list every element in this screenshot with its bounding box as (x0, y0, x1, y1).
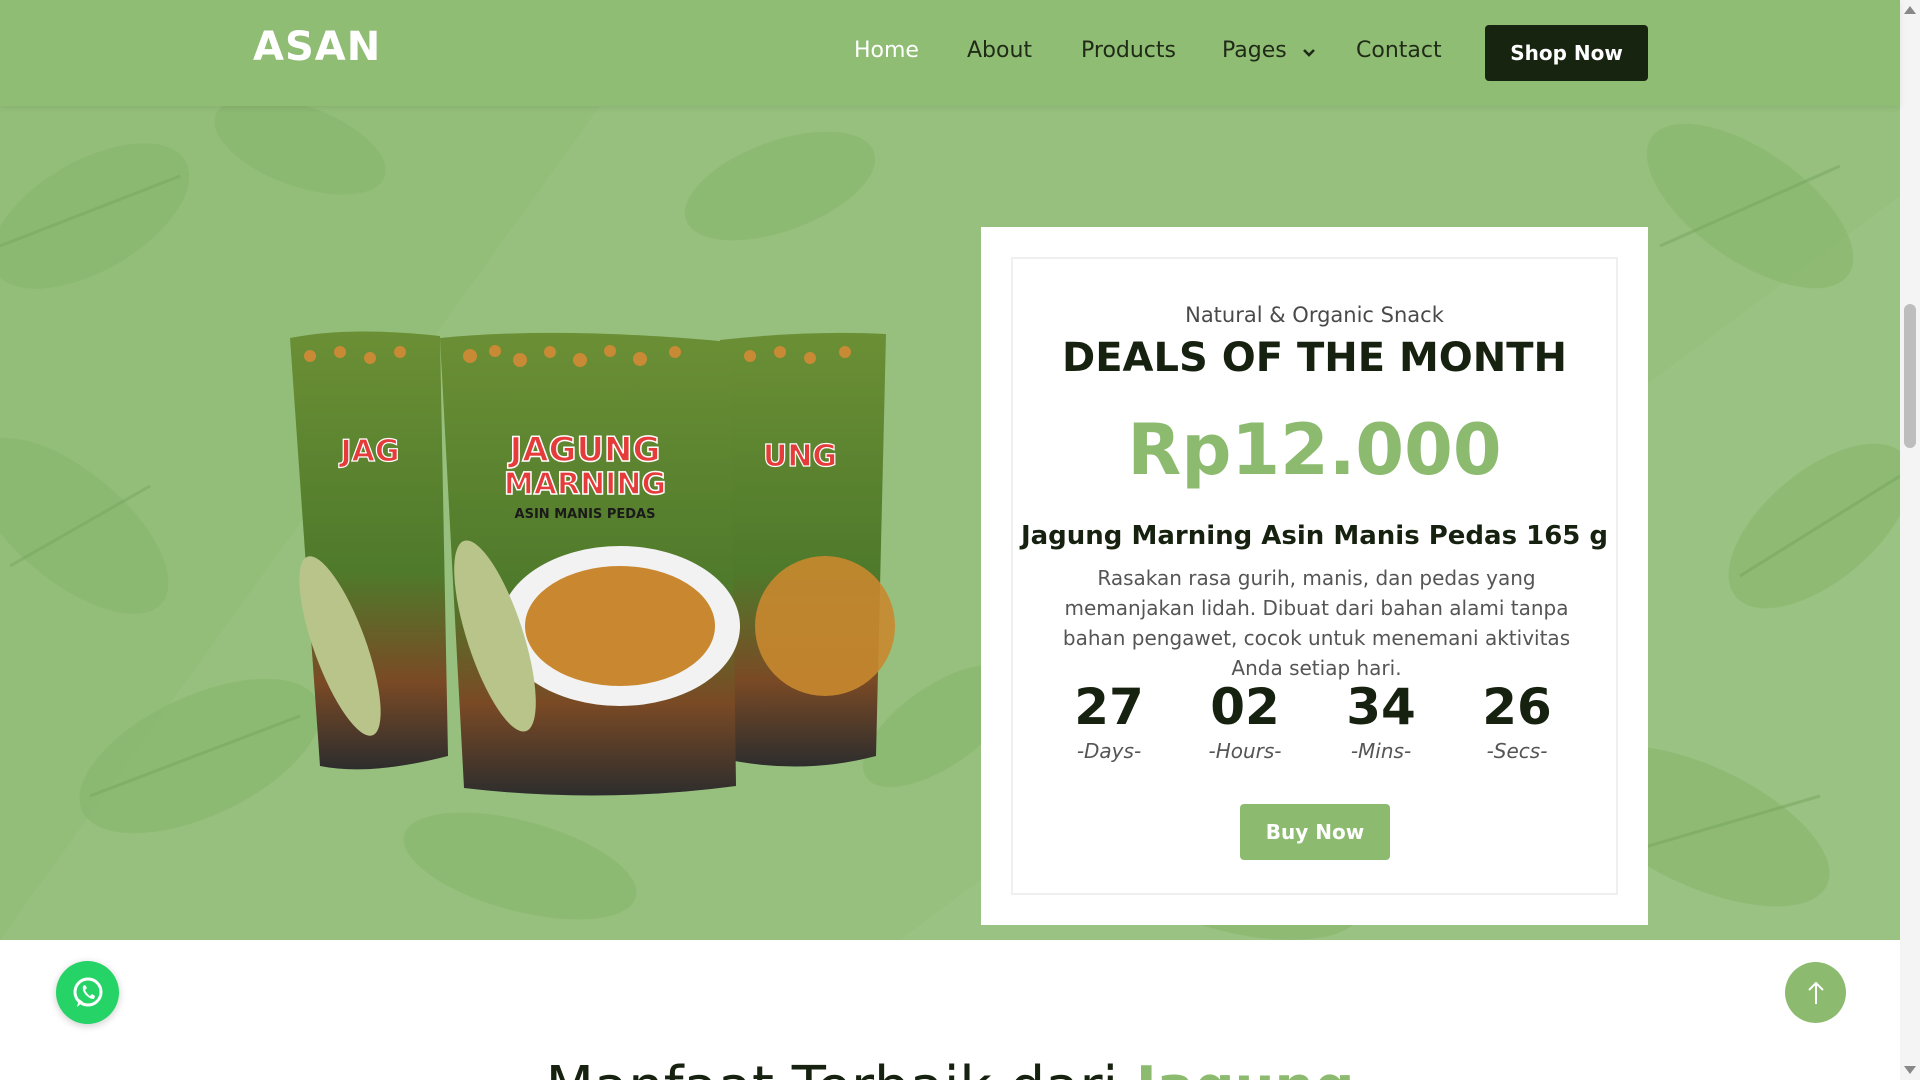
svg-text:ASIN MANIS PEDAS: ASIN MANIS PEDAS (515, 507, 656, 522)
countdown-secs-value: 26 (1482, 678, 1552, 736)
nav-item-pages[interactable]: Pages (1222, 38, 1316, 64)
svg-text:UNG: UNG (763, 439, 837, 474)
scrollbar-thumb[interactable] (1904, 304, 1916, 448)
nav-item-products[interactable]: Products (1081, 38, 1176, 63)
whatsapp-icon (73, 977, 102, 1007)
page-scrollbar[interactable] (1900, 0, 1920, 1080)
deal-subtitle: Natural & Organic Snack (1185, 303, 1444, 327)
deal-price: Rp12.000 (1127, 409, 1502, 491)
countdown-secs: 26 -Secs- (1457, 679, 1577, 763)
navbar: ASAN Home About Products Pages Contact S… (0, 0, 1900, 106)
nav-item-contact[interactable]: Contact (1356, 38, 1442, 63)
deal-card: Natural & Organic Snack DEALS OF THE MON… (981, 227, 1648, 925)
benefits-heading: Manfaat Terbaik dari Jagung (0, 1055, 1900, 1080)
chevron-down-icon (1302, 39, 1316, 64)
product-description: Rasakan rasa gurih, manis, dan pedas yan… (1062, 566, 1571, 680)
countdown-secs-label: -Secs- (1486, 739, 1548, 763)
countdown-hours: 02 -Hours- (1185, 679, 1305, 763)
benefits-heading-highlight: Jagung (1136, 1055, 1355, 1080)
arrow-up-icon (1807, 981, 1824, 1004)
svg-text:JAG: JAG (338, 434, 399, 469)
svg-text:JAGUNG: JAGUNG (508, 430, 661, 470)
countdown-days-value: 27 (1074, 678, 1144, 736)
countdown-hours-value: 02 (1210, 678, 1280, 736)
svg-text:MARNING: MARNING (504, 467, 666, 502)
benefits-heading-prefix: Manfaat Terbaik dari (546, 1055, 1119, 1080)
shop-now-button[interactable]: Shop Now (1485, 25, 1648, 81)
countdown-mins: 34 -Mins- (1321, 679, 1441, 763)
deal-card-inner: Natural & Organic Snack DEALS OF THE MON… (1011, 257, 1618, 895)
buy-now-button[interactable]: Buy Now (1240, 804, 1390, 860)
back-to-top-button[interactable] (1785, 962, 1846, 1023)
brand-logo[interactable]: ASAN (253, 24, 381, 70)
nav-item-home[interactable]: Home (854, 38, 919, 63)
countdown-mins-value: 34 (1346, 678, 1416, 736)
scroll-up-arrow-icon[interactable] (1904, 6, 1916, 14)
deal-title: DEALS OF THE MONTH (1061, 335, 1568, 381)
whatsapp-button[interactable] (56, 961, 119, 1024)
countdown-days: 27 -Days- (1049, 679, 1169, 763)
nav-item-pages-label: Pages (1222, 38, 1287, 63)
scroll-down-arrow-icon[interactable] (1904, 1066, 1916, 1074)
product-packages-image: JAGUNG MARNING ASIN MANIS PEDAS JAG UNG (290, 331, 895, 796)
deals-hero: JAGUNG MARNING ASIN MANIS PEDAS JAG UNG … (0, 106, 1900, 940)
countdown-mins-label: -Mins- (1350, 739, 1412, 763)
countdown-days-label: -Days- (1076, 739, 1142, 763)
countdown-hours-label: -Hours- (1208, 739, 1282, 763)
product-name: Jagung Marning Asin Manis Pedas 165 g (1020, 521, 1609, 551)
nav-item-about[interactable]: About (967, 38, 1032, 63)
